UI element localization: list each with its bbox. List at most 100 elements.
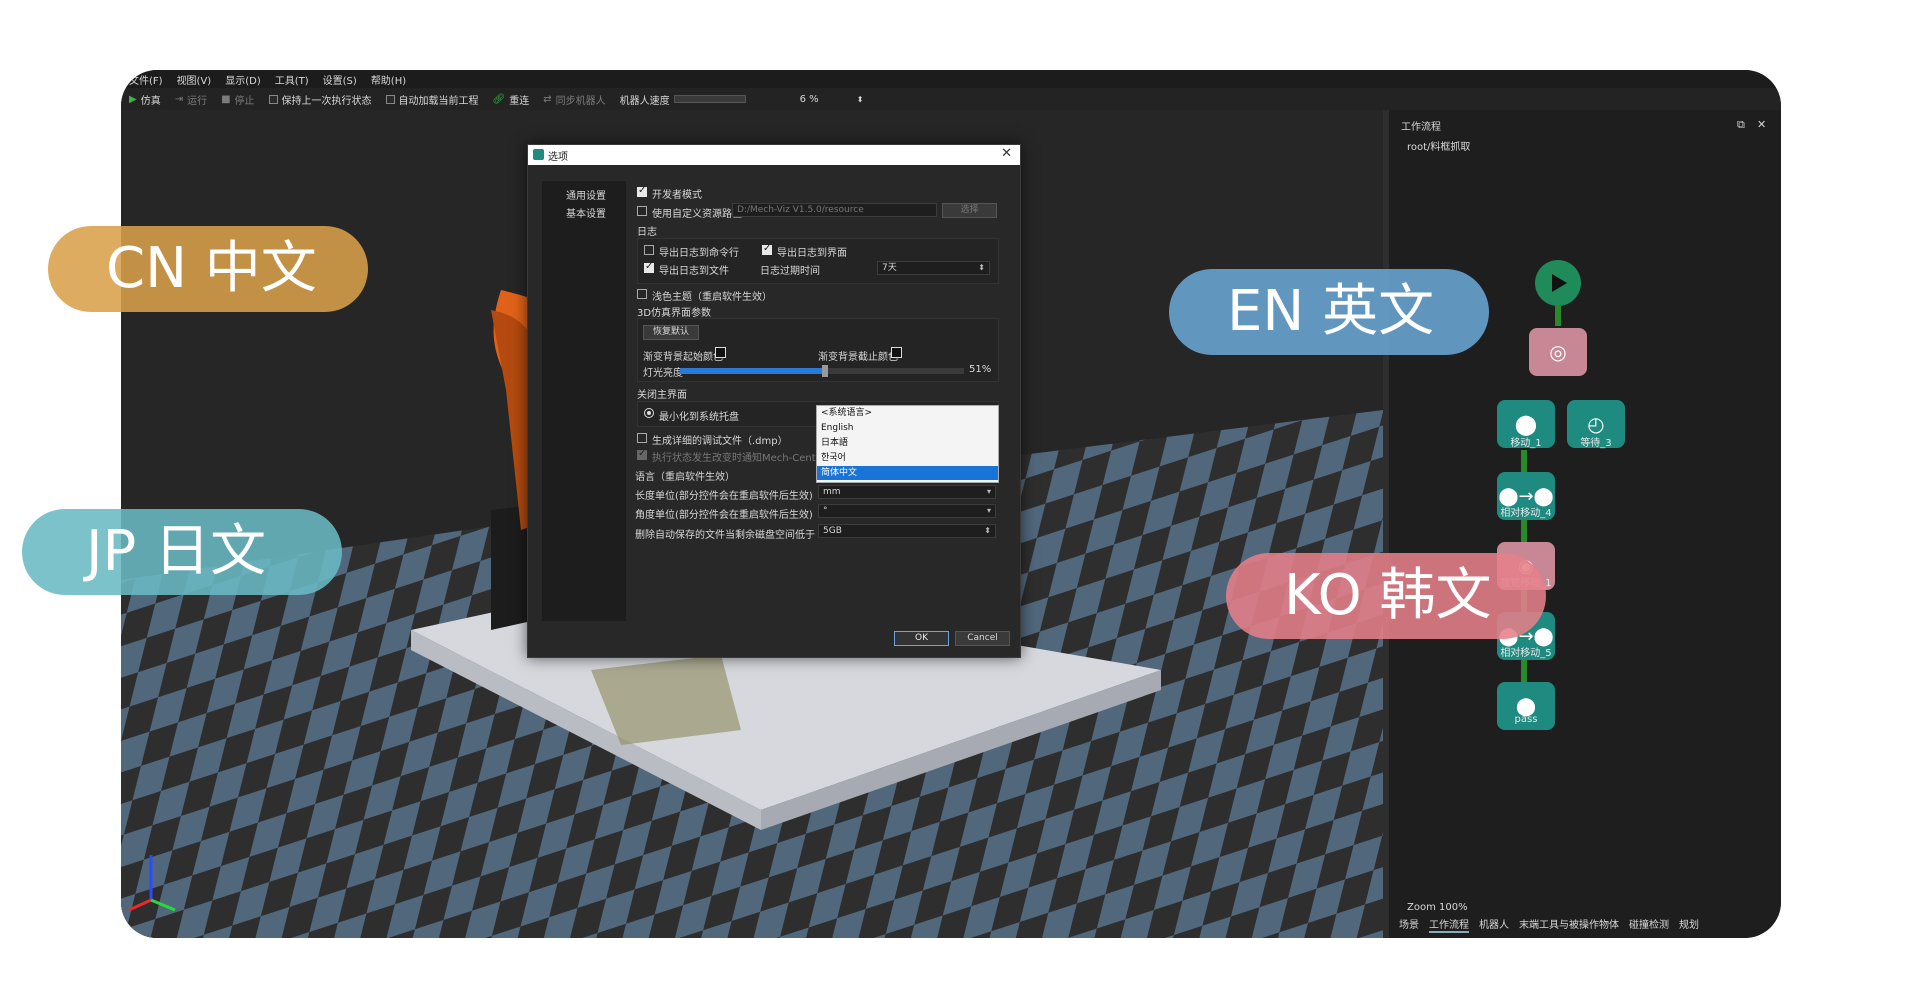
tab-scene[interactable]: 场景 [1399, 916, 1419, 933]
sync-icon: ⇄ [543, 93, 552, 105]
notify-center-checkbox[interactable] [637, 448, 647, 460]
disk-threshold-spinbox[interactable]: 5GB ⬍ [818, 524, 996, 538]
menu-tools[interactable]: 工具(T) [275, 72, 309, 87]
checkbox-icon [385, 94, 395, 104]
length-unit-label: 长度单位(部分控件会在重启软件后生效) [635, 491, 813, 502]
menu-display[interactable]: 显示(D) [225, 72, 261, 87]
spin-arrows-icon[interactable]: ⬍ [978, 262, 985, 274]
node-move-1-label: 移动_1 [1510, 438, 1542, 449]
clock-icon: ◴ [1587, 412, 1605, 436]
close-icon[interactable]: ✕ [1757, 118, 1766, 131]
language-dropdown-list: <系统语言> English 日本語 한국어 简体中文 [816, 405, 999, 483]
angle-unit-select[interactable]: ° ▾ [818, 504, 996, 518]
pill-cn: CN 中文 [48, 226, 368, 312]
menu-file[interactable]: 文件(F) [129, 72, 163, 87]
close-main-section-title: 关闭主界面 [637, 390, 687, 401]
log-expire-spinbox[interactable]: 7天 ⬍ [877, 261, 990, 275]
log-to-cmd-label: 导出日志到命令行 [659, 248, 739, 259]
pin-icon: ⬤ [1514, 412, 1538, 436]
camera-icon: ◎ [1549, 340, 1567, 364]
auto-load-checkbox[interactable]: 自动加载当前工程 [385, 92, 479, 107]
cancel-button[interactable]: Cancel [955, 631, 1010, 646]
resource-path-input[interactable]: D:/Mech-Viz V1.5.0/resource [732, 203, 937, 217]
brightness-slider[interactable] [680, 365, 964, 377]
language-option-english[interactable]: English [817, 421, 998, 435]
workflow-panel: 工作流程 ⧉ ✕ root/料框抓取 ◎ ⬤ 移动_1 ◴ 等待_3 ⬤→⬤ 相… [1383, 110, 1781, 938]
brightness-value: 51% [969, 364, 992, 375]
language-option-korean[interactable]: 한국어 [817, 451, 998, 465]
stop-icon: ■ [221, 93, 231, 105]
reconnect-button[interactable]: 🔗︎ 重连 [493, 92, 530, 107]
minimize-tray-radio[interactable] [644, 408, 654, 418]
tab-collision[interactable]: 碰撞检测 [1629, 916, 1669, 933]
log-to-cmd-checkbox[interactable] [644, 245, 654, 255]
settings-nav: 通用设置 基本设置 [542, 181, 626, 621]
sync-robot-button[interactable]: ⇄ 同步机器人 [543, 92, 605, 107]
light-theme-checkbox[interactable] [637, 289, 647, 299]
notify-center-label: 执行状态发生改变时通知Mech-Center [652, 453, 826, 464]
reconnect-label: 重连 [509, 95, 530, 107]
float-icon[interactable]: ⧉ [1737, 118, 1745, 132]
chevron-down-icon: ▾ [986, 487, 991, 496]
speed-value: 6 % [799, 93, 819, 105]
light-theme-label: 浅色主题（重启软件生效） [652, 292, 772, 303]
tab-robot[interactable]: 机器人 [1479, 916, 1509, 933]
connector [1555, 306, 1561, 326]
sim3d-section-title: 3D仿真界面参数 [637, 308, 712, 319]
disk-value: 5GB [823, 526, 842, 536]
keep-state-checkbox[interactable]: 保持上一次执行状态 [268, 92, 372, 107]
auto-load-label: 自动加载当前工程 [398, 95, 479, 107]
spin-arrows-icon[interactable]: ⬍ [857, 95, 864, 104]
tab-planning[interactable]: 规划 [1679, 916, 1699, 933]
choose-button[interactable]: 选择 [942, 203, 997, 218]
start-node[interactable] [1535, 260, 1581, 306]
slider-handle[interactable] [821, 365, 828, 377]
log-to-file-label: 导出日志到文件 [659, 266, 729, 277]
minimize-tray-label: 最小化到系统托盘 [659, 412, 739, 423]
node-relative-move-4-label: 相对移动_4 [1500, 508, 1552, 519]
stop-label: 停止 [234, 95, 255, 107]
log-to-ui-label: 导出日志到界面 [777, 248, 847, 259]
tab-end-tool[interactable]: 末端工具与被操作物体 [1519, 916, 1619, 933]
menu-view[interactable]: 视图(V) [177, 72, 212, 87]
bg-start-color-swatch[interactable] [715, 347, 726, 358]
pill-ko: KO 韩文 [1226, 553, 1546, 639]
toolbar: ▶ 仿真 ⇥ 运行 ■ 停止 保持上一次执行状态 自动加载当前工程 🔗︎ 重连 … [121, 88, 1781, 110]
sim-button[interactable]: ▶ 仿真 [129, 92, 161, 107]
gen-dump-checkbox[interactable] [637, 433, 647, 443]
angle-unit-value: ° [823, 506, 828, 516]
language-option-system[interactable]: <系统语言> [817, 406, 998, 420]
close-icon[interactable]: ✕ [1001, 146, 1012, 161]
language-option-japanese[interactable]: 日本語 [817, 436, 998, 450]
ok-button[interactable]: OK [894, 631, 949, 646]
workflow-path: root/料框抓取 [1407, 142, 1471, 153]
sync-robot-label: 同步机器人 [555, 95, 606, 107]
tab-workflow[interactable]: 工作流程 [1429, 916, 1469, 933]
sim-label: 仿真 [140, 95, 161, 107]
log-expire-label: 日志过期时间 [760, 266, 820, 277]
robot-speed-slider[interactable] [673, 95, 746, 103]
nav-basic[interactable]: 基本设置 [566, 205, 606, 220]
length-unit-select[interactable]: mm ▾ [818, 485, 996, 499]
speed-value-box[interactable]: 6 % ⬍ [800, 94, 864, 105]
language-option-chinese[interactable]: 简体中文 [817, 466, 998, 480]
menu-settings[interactable]: 设置(S) [323, 72, 357, 87]
pill-en: EN 英文 [1169, 269, 1489, 355]
menu-help[interactable]: 帮助(H) [371, 72, 406, 87]
language-label: 语言（重启软件生效） [635, 472, 735, 483]
bg-end-color-swatch[interactable] [891, 347, 902, 358]
play-icon [1552, 274, 1567, 292]
stop-button[interactable]: ■ 停止 [221, 92, 254, 107]
custom-resource-checkbox[interactable] [637, 206, 647, 216]
play-icon: ▶ [129, 93, 137, 105]
log-to-file-checkbox[interactable] [644, 261, 654, 273]
capture-node[interactable]: ◎ [1529, 328, 1587, 376]
log-to-ui-checkbox[interactable] [762, 243, 772, 255]
spin-arrows-icon[interactable]: ⬍ [984, 525, 991, 537]
link-icon: 🔗︎ [492, 93, 506, 105]
nav-general[interactable]: 通用设置 [566, 187, 606, 202]
dev-mode-checkbox[interactable] [637, 185, 647, 197]
brightness-label: 灯光亮度 [643, 368, 683, 379]
run-button[interactable]: ⇥ 运行 [175, 92, 207, 107]
restore-default-button[interactable]: 恢复默认 [643, 325, 699, 340]
